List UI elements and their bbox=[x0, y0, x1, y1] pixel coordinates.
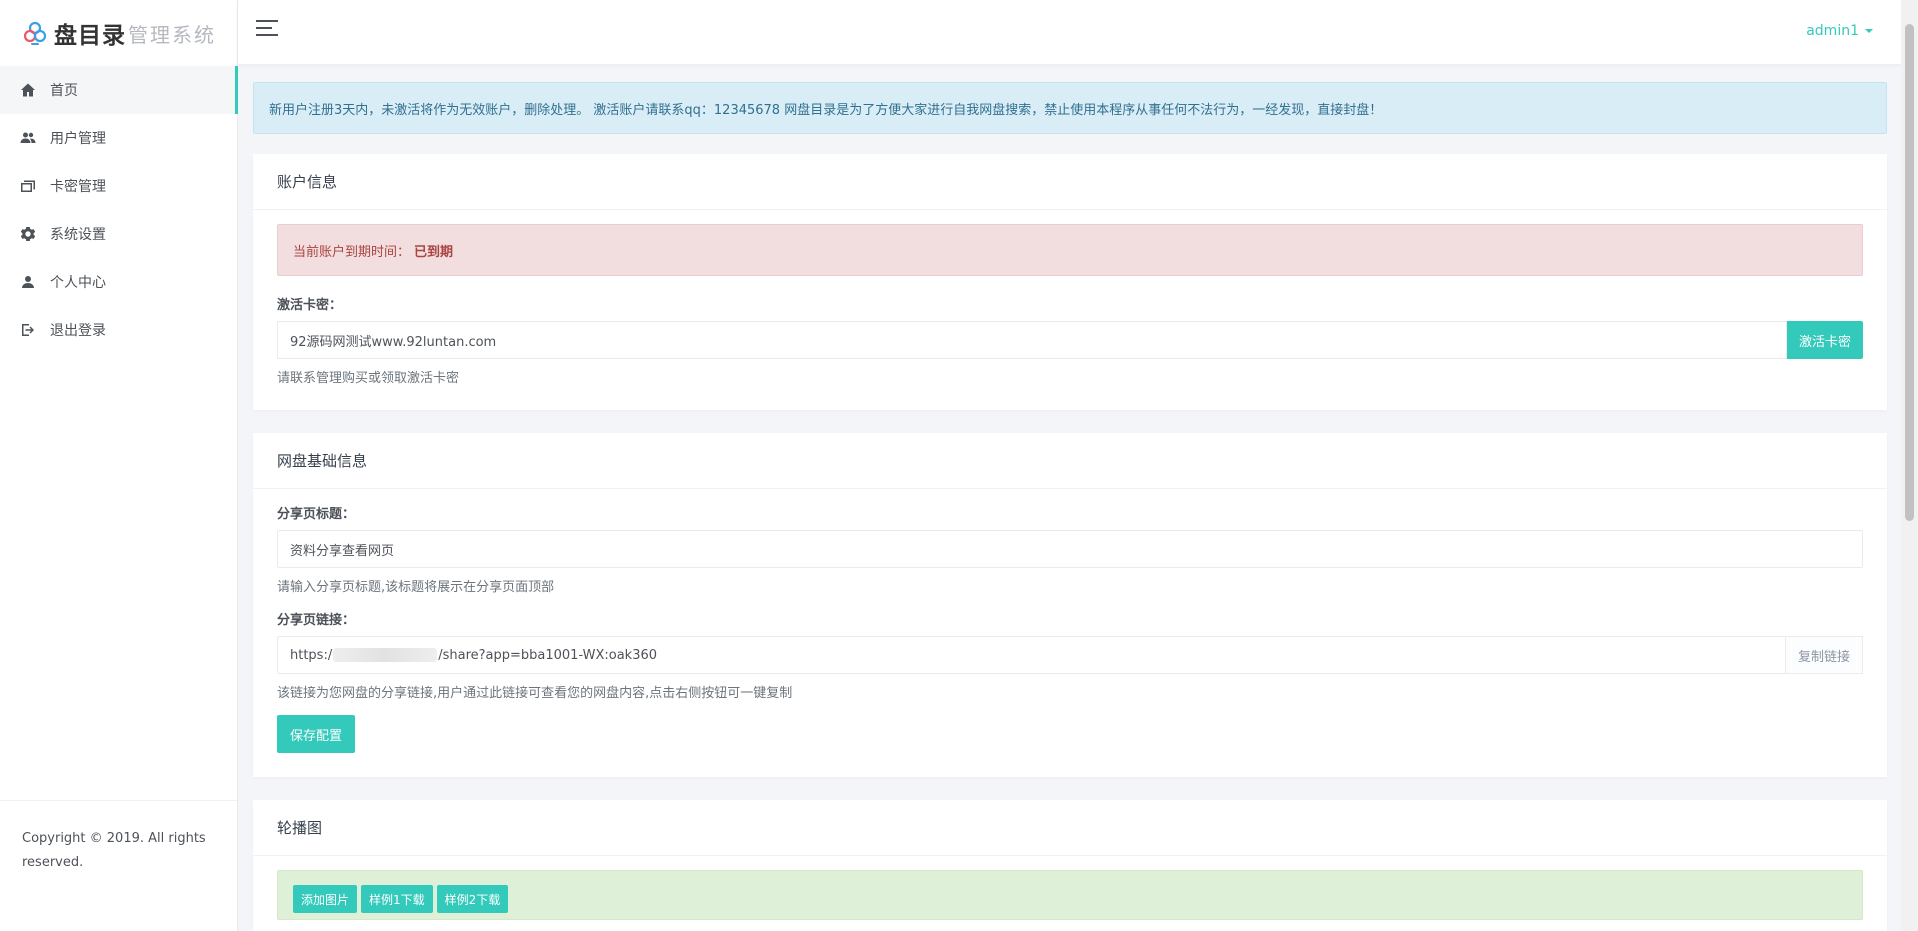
card-key-group: 92源码网测试www.92luntan.com 激活卡密 bbox=[277, 321, 1863, 359]
sidebar-item-label: 卡密管理 bbox=[50, 179, 106, 195]
sidebar-item-label: 个人中心 bbox=[50, 275, 106, 291]
sample1-download-button[interactable]: 样例1下载 bbox=[361, 885, 433, 913]
share-link-group: https:/ /share?app=bba1001-WX:oak360 复制链接 bbox=[277, 636, 1863, 674]
add-image-button[interactable]: 添加图片 bbox=[293, 885, 358, 913]
brand[interactable]: 盘目录 管理系统 bbox=[0, 0, 237, 66]
sidebar-nav: 首页 用户管理 卡密管理 系统设置 个人中心 退出登录 bbox=[0, 66, 238, 354]
card-title: 账户信息 bbox=[253, 154, 1887, 210]
expiry-value: 已到期 bbox=[414, 244, 454, 260]
netdisk-card: 网盘基础信息 分享页标题： 资料分享查看网页 请输入分享页标题,该标题将展示在分… bbox=[253, 433, 1887, 777]
blurred-domain bbox=[333, 648, 438, 662]
brand-name: 盘目录 bbox=[54, 23, 126, 49]
sidebar: 盘目录 管理系统 首页 用户管理 卡密管理 系统设置 个人中心 退出登录 Cop… bbox=[0, 0, 238, 931]
logout-icon bbox=[20, 322, 36, 338]
card-key-help: 请联系管理购买或领取激活卡密 bbox=[277, 371, 460, 386]
sidebar-item-users[interactable]: 用户管理 bbox=[0, 114, 237, 162]
share-title-label: 分享页标题： bbox=[277, 507, 356, 522]
share-link-label: 分享页链接： bbox=[277, 613, 356, 628]
cards-icon bbox=[20, 178, 36, 194]
sidebar-item-label: 首页 bbox=[50, 83, 78, 99]
carousel-actions: 添加图片 样例1下载 样例2下载 bbox=[277, 870, 1863, 920]
sidebar-item-label: 退出登录 bbox=[50, 323, 106, 339]
notice-banner: 新用户注册3天内，未激活将作为无效账户，删除处理。 激活账户请联系qq：1234… bbox=[253, 82, 1887, 134]
caret-down-icon bbox=[1865, 29, 1873, 33]
card-title: 轮播图 bbox=[253, 800, 1887, 856]
account-card: 账户信息 当前账户到期时间： 已到期 激活卡密： 92源码网测试www.92lu… bbox=[253, 154, 1887, 410]
card-key-input[interactable]: 92源码网测试www.92luntan.com bbox=[277, 321, 1787, 359]
main-content: 新用户注册3天内，未激活将作为无效账户，删除处理。 激活账户请联系qq：1234… bbox=[253, 82, 1887, 931]
brand-subtitle: 管理系统 bbox=[128, 22, 216, 47]
sidebar-item-logout[interactable]: 退出登录 bbox=[0, 306, 237, 354]
sidebar-item-home[interactable]: 首页 bbox=[0, 66, 238, 114]
users-icon bbox=[20, 130, 36, 146]
home-icon bbox=[20, 82, 36, 98]
gear-icon bbox=[20, 226, 36, 242]
sidebar-item-cards[interactable]: 卡密管理 bbox=[0, 162, 237, 210]
sidebar-item-label: 系统设置 bbox=[50, 227, 106, 243]
sidebar-item-label: 用户管理 bbox=[50, 131, 106, 147]
expiry-alert: 当前账户到期时间： 已到期 bbox=[277, 224, 1863, 276]
save-config-button[interactable]: 保存配置 bbox=[277, 715, 356, 753]
sidebar-item-settings[interactable]: 系统设置 bbox=[0, 210, 237, 258]
share-title-input[interactable]: 资料分享查看网页 bbox=[277, 530, 1863, 568]
carousel-card: 轮播图 添加图片 样例1下载 样例2下载 bbox=[253, 800, 1887, 931]
share-title-group: 资料分享查看网页 bbox=[277, 530, 1863, 568]
logo-icon bbox=[23, 21, 47, 45]
share-title-help: 请输入分享页标题,该标题将展示在分享页面顶部 bbox=[277, 580, 555, 595]
share-link-suffix: /share?app=bba1001-WX:oak360 bbox=[438, 647, 658, 663]
top-header: admin1 bbox=[238, 0, 1901, 64]
scrollbar-thumb[interactable] bbox=[1905, 24, 1914, 521]
expiry-label: 当前账户到期时间： bbox=[293, 244, 411, 260]
user-icon bbox=[20, 274, 36, 290]
share-link-input[interactable]: https:/ /share?app=bba1001-WX:oak360 bbox=[277, 636, 1786, 674]
card-key-label: 激活卡密： bbox=[277, 298, 343, 313]
activate-card-button[interactable]: 激活卡密 bbox=[1786, 321, 1863, 359]
share-link-help: 该链接为您网盘的分享链接,用户通过此链接可查看您的网盘内容,点击右侧按钮可一键复… bbox=[277, 686, 793, 701]
user-menu[interactable]: admin1 bbox=[1806, 23, 1873, 39]
menu-toggle-icon[interactable] bbox=[256, 20, 278, 40]
username: admin1 bbox=[1806, 23, 1859, 39]
card-title: 网盘基础信息 bbox=[253, 433, 1887, 489]
sample2-download-button[interactable]: 样例2下载 bbox=[436, 885, 509, 913]
app: 盘目录 管理系统 首页 用户管理 卡密管理 系统设置 个人中心 退出登录 Cop… bbox=[0, 0, 1918, 931]
sidebar-item-profile[interactable]: 个人中心 bbox=[0, 258, 237, 306]
vertical-scrollbar[interactable] bbox=[1901, 0, 1918, 931]
share-link-prefix: https:/ bbox=[290, 647, 333, 663]
copyright: Copyright © 2019. All rights reserved. bbox=[0, 800, 237, 931]
copy-link-button[interactable]: 复制链接 bbox=[1785, 636, 1863, 674]
